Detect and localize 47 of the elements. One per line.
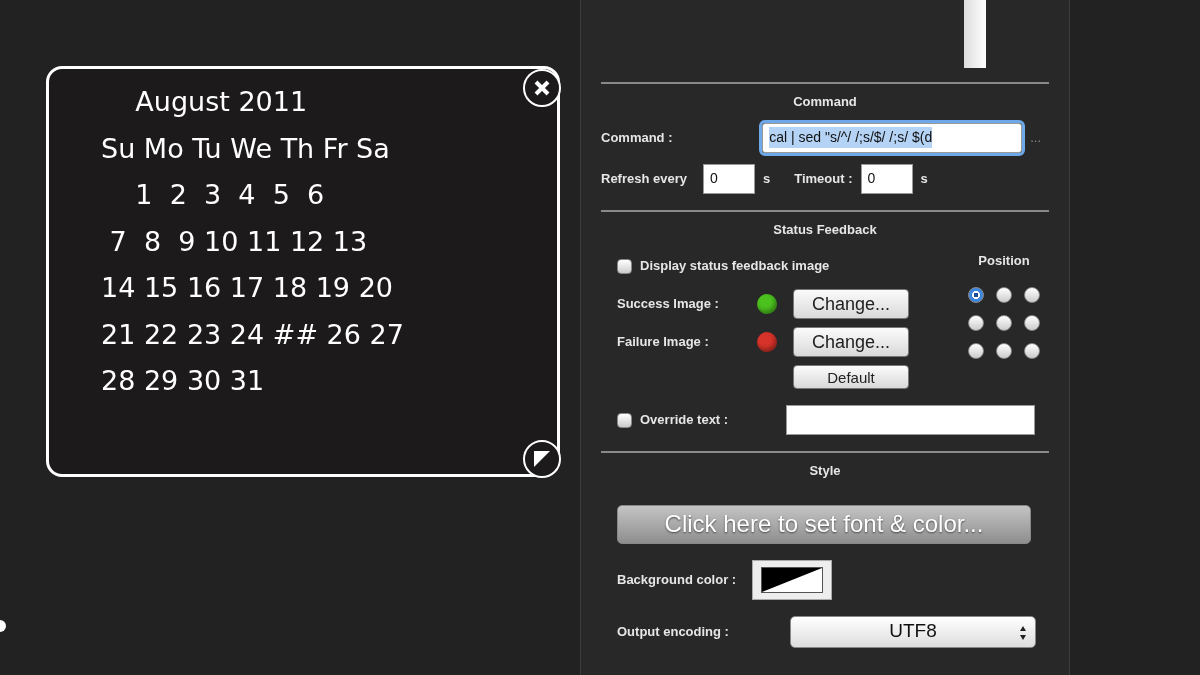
- calendar-line: 14 15 16 17 18 19 20: [101, 271, 393, 305]
- radio-button[interactable]: [968, 342, 984, 359]
- field-label: Timeout :: [794, 169, 853, 188]
- change-button[interactable]: Change...: [793, 289, 909, 319]
- calendar-line: Su Mo Tu We Th Fr Sa: [101, 131, 390, 166]
- command-field[interactable]: cal | sed "s/^/ /;s/$/ /;s/ $(d: [762, 122, 1023, 153]
- unit-label: s: [763, 169, 771, 188]
- calendar-line: 28 29 30 31: [101, 364, 265, 398]
- calendar-line: 1 2 3 4 5 6: [134, 178, 325, 212]
- month-title: August 2011: [134, 85, 308, 119]
- field-label: Command :: [601, 128, 673, 147]
- section-title: Command: [793, 93, 857, 111]
- checkbox[interactable]: [617, 412, 632, 428]
- encoding-select[interactable]: UTF8: [790, 615, 1036, 648]
- radio-button[interactable]: [996, 342, 1012, 359]
- timeout-field[interactable]: 0: [860, 163, 913, 194]
- more-button[interactable]: ...: [1030, 127, 1041, 148]
- radio-button[interactable]: [1024, 286, 1040, 303]
- radio-button[interactable]: [996, 314, 1012, 331]
- field-label: Background color :: [617, 570, 737, 589]
- radio-button[interactable]: [968, 314, 984, 331]
- unit-label: s: [920, 169, 928, 188]
- radio-button[interactable]: [968, 286, 984, 303]
- calendar-line: 21 22 23 24 ## 26 27: [101, 317, 404, 352]
- change-button[interactable]: Change...: [793, 327, 909, 357]
- radio-button[interactable]: [996, 286, 1012, 303]
- radio-button[interactable]: [1024, 314, 1040, 331]
- resize-icon[interactable]: [523, 440, 561, 478]
- checkbox[interactable]: [617, 258, 632, 274]
- section-title: Style: [809, 462, 841, 480]
- refresh-field[interactable]: 0: [703, 163, 755, 194]
- position-title: Position: [978, 252, 1030, 270]
- checkbox-label: Display status feedback image: [640, 257, 830, 276]
- color-swatch[interactable]: [752, 559, 833, 600]
- field-label: Refresh every: [601, 169, 687, 188]
- checkbox-label: Override text :: [640, 411, 729, 430]
- default-button[interactable]: Default: [793, 365, 909, 389]
- close-icon[interactable]: [523, 69, 561, 107]
- field-label: Success Image :: [617, 295, 720, 314]
- preview-strip: [964, 0, 986, 68]
- calendar-line: 7 8 9 10 11 12 13: [108, 224, 368, 259]
- radio-button[interactable]: [1024, 342, 1040, 359]
- stepper-icon: [1019, 624, 1027, 641]
- override-text-field[interactable]: [786, 405, 1035, 435]
- field-label: Failure Image :: [617, 333, 710, 352]
- section-title: Status Feedback: [773, 220, 877, 239]
- field-label: Output encoding :: [617, 622, 730, 641]
